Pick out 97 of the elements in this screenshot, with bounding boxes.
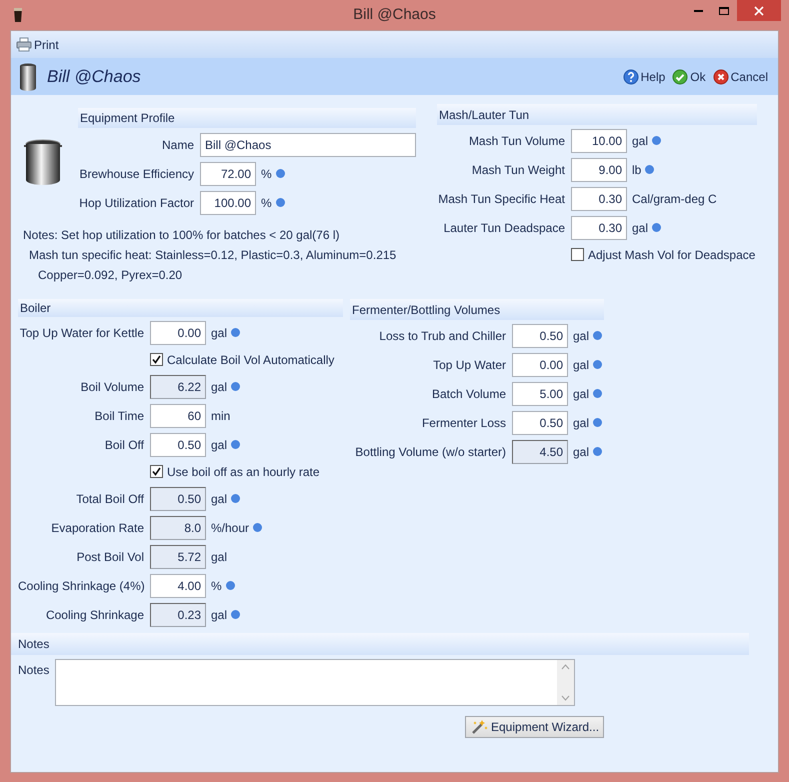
unit-label: gal bbox=[211, 606, 228, 624]
close-button[interactable] bbox=[737, 0, 781, 21]
checkbox[interactable]: Use boil off as an hourly rate bbox=[150, 462, 320, 480]
unit-label: gal bbox=[632, 220, 648, 236]
ok-button[interactable]: Ok bbox=[672, 68, 706, 86]
field-label: Total Boil Off bbox=[75, 490, 145, 508]
number-field[interactable]: 0.50 bbox=[512, 324, 568, 348]
number-field[interactable]: 8.0 bbox=[150, 516, 206, 540]
scrollbar[interactable] bbox=[557, 660, 574, 705]
glass-icon bbox=[13, 7, 23, 23]
help-icon bbox=[622, 68, 639, 84]
section-header: Mash/Lauter Tun bbox=[437, 104, 757, 125]
field-label: Boil Off bbox=[104, 436, 145, 454]
number-field[interactable]: 0.00 bbox=[512, 352, 568, 376]
unit-label: % bbox=[261, 166, 272, 182]
unit-label: gal bbox=[573, 414, 590, 432]
check-icon bbox=[152, 355, 161, 364]
number-field[interactable]: 0.23 bbox=[150, 602, 206, 626]
field-label: Batch Volume bbox=[430, 386, 507, 402]
field-label: Post Boil Vol bbox=[76, 548, 145, 566]
section-header: Fermenter/Bottling Volumes bbox=[350, 299, 604, 320]
field-label: Name bbox=[160, 136, 195, 154]
number-field[interactable]: 0.00 bbox=[150, 320, 206, 344]
field-label: Lauter Tun Deadspace bbox=[442, 220, 566, 236]
section-header: Equipment Profile bbox=[78, 108, 416, 128]
unit-label: min bbox=[211, 408, 230, 424]
unit-label: gal bbox=[211, 436, 228, 454]
window-title: Bill @Chaos bbox=[353, 4, 436, 25]
field-label: Top Up Water for Kettle bbox=[18, 324, 145, 342]
number-field[interactable]: 4.50 bbox=[512, 440, 568, 464]
field-label: Cooling Shrinkage (4%) bbox=[18, 578, 146, 594]
unit-label: gal bbox=[211, 324, 228, 342]
unit-label: gal bbox=[211, 490, 228, 508]
text-field[interactable]: Bill @Chaos bbox=[200, 132, 416, 156]
note-text: Mash tun specific heat: Stainless=0.12, Plastic=0.3, Aluminum=0.215 bbox=[28, 247, 398, 264]
help-button[interactable]: Help bbox=[622, 68, 666, 86]
unit-label: gal bbox=[211, 378, 228, 396]
number-field[interactable]: 5.72 bbox=[150, 544, 206, 568]
unit-label: % bbox=[211, 578, 222, 594]
unit-label: gal bbox=[573, 356, 590, 374]
field-label: Boil Time bbox=[94, 408, 145, 424]
unit-label: gal bbox=[573, 328, 590, 344]
chevron-down-icon[interactable] bbox=[561, 695, 570, 701]
number-field[interactable]: 72.00 bbox=[200, 162, 256, 186]
section-header: Notes bbox=[11, 633, 749, 655]
note-text: Copper=0.092, Pyrex=0.20 bbox=[37, 267, 184, 284]
field-label: Loss to Trub and Chiller bbox=[378, 328, 507, 344]
close-icon bbox=[712, 68, 729, 84]
number-field[interactable]: 0.30 bbox=[571, 186, 627, 210]
notes-label: Notes bbox=[18, 662, 50, 679]
unit-label: % bbox=[261, 194, 272, 212]
number-field[interactable]: 9.00 bbox=[571, 158, 627, 182]
checkbox[interactable]: Adjust Mash Vol for Deadspace bbox=[571, 246, 756, 264]
field-label: Boil Volume bbox=[80, 378, 145, 396]
number-field[interactable]: 0.30 bbox=[571, 216, 627, 240]
checkbox[interactable]: Calculate Boil Vol Automatically bbox=[150, 350, 334, 368]
field-label: Brewhouse Efficiency bbox=[78, 166, 195, 182]
section-header: Boiler bbox=[18, 299, 343, 317]
unit-label: gal bbox=[632, 132, 648, 150]
field-label: Evaporation Rate bbox=[50, 520, 145, 536]
profile-title: Bill @Chaos bbox=[47, 66, 141, 88]
printer-icon bbox=[16, 37, 32, 52]
equipment-wizard-button[interactable]: Equipment Wizard... bbox=[465, 716, 604, 738]
number-field[interactable]: 5.00 bbox=[512, 382, 568, 406]
field-label: Hop Utilization Factor bbox=[78, 194, 195, 212]
number-field[interactable]: 6.22 bbox=[150, 374, 206, 398]
number-field[interactable]: 0.50 bbox=[512, 410, 568, 434]
check-icon bbox=[672, 68, 688, 84]
field-label: Fermenter Loss bbox=[420, 414, 507, 432]
note-text: Notes: Set hop utilization to 100% for batches < 20 gal(76 l) bbox=[23, 227, 341, 244]
field-label: Mash Tun Volume bbox=[468, 132, 566, 150]
number-field[interactable]: 0.50 bbox=[150, 486, 206, 510]
unit-label: gal bbox=[573, 386, 590, 402]
cancel-button[interactable]: Cancel bbox=[712, 68, 768, 86]
print-button[interactable]: Print bbox=[16, 36, 59, 54]
pot-icon bbox=[18, 62, 38, 92]
pot-icon bbox=[23, 138, 63, 186]
check-icon bbox=[152, 467, 161, 476]
number-field[interactable]: 0.50 bbox=[150, 432, 206, 456]
field-label: Mash Tun Weight bbox=[470, 162, 566, 178]
number-field[interactable]: 4.00 bbox=[150, 574, 206, 598]
close-icon bbox=[754, 6, 764, 16]
number-field[interactable]: 100.00 bbox=[200, 190, 256, 214]
field-label: Bottling Volume (w/o starter) bbox=[354, 444, 507, 460]
field-label: Top Up Water bbox=[432, 356, 507, 374]
field-label: Cooling Shrinkage bbox=[44, 606, 145, 624]
number-field[interactable]: 60 bbox=[150, 404, 206, 428]
notes-field[interactable] bbox=[55, 659, 575, 706]
unit-label: gal bbox=[211, 548, 228, 566]
unit-label: %/hour bbox=[211, 520, 250, 536]
unit-label: Cal/gram-deg C bbox=[632, 190, 717, 208]
unit-label: lb bbox=[632, 162, 642, 178]
field-label: Mash Tun Specific Heat bbox=[437, 190, 566, 208]
number-field[interactable]: 10.00 bbox=[571, 128, 627, 152]
unit-label: gal bbox=[573, 444, 590, 460]
magic-wand-icon bbox=[470, 719, 488, 735]
chevron-up-icon[interactable] bbox=[561, 664, 570, 670]
